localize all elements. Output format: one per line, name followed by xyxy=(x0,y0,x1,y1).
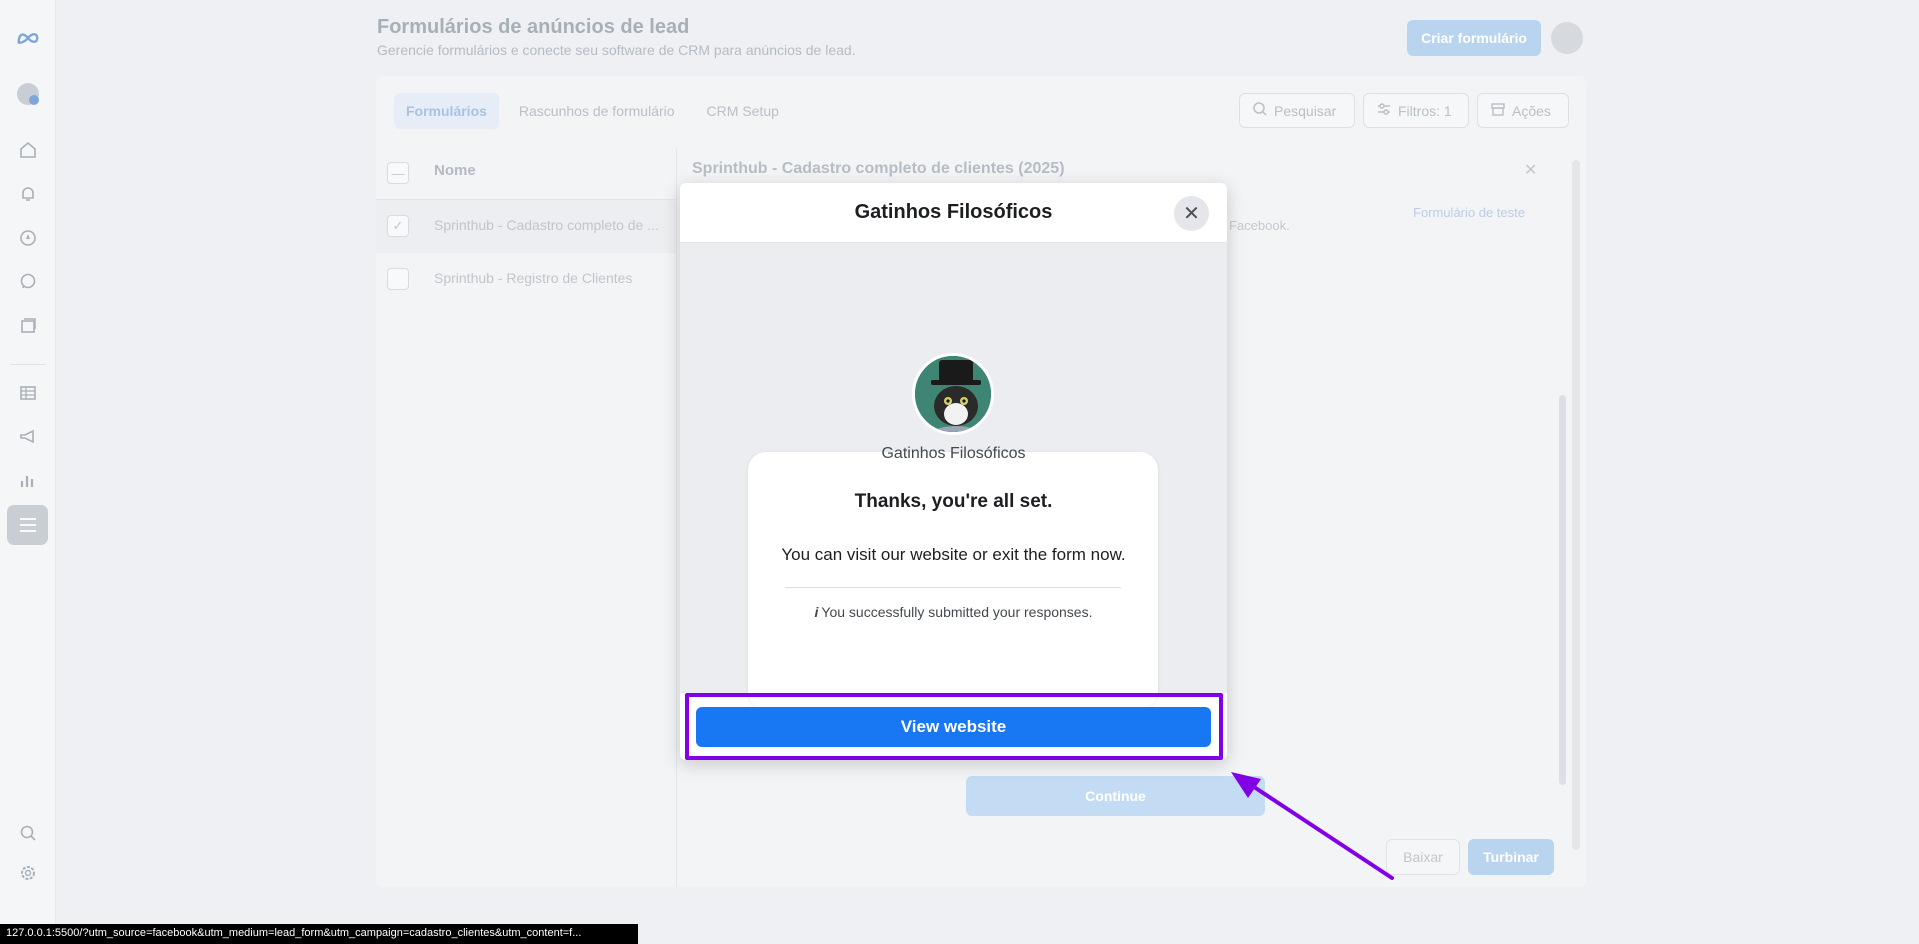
filters-button[interactable]: Filtros: 1 xyxy=(1363,93,1469,128)
archive-box-icon xyxy=(1490,101,1506,120)
megaphone-icon[interactable] xyxy=(16,425,40,449)
tab-crm-setup[interactable]: CRM Setup xyxy=(695,93,791,129)
meta-logo-icon[interactable] xyxy=(16,26,40,50)
tab-form-drafts[interactable]: Rascunhos de formulário xyxy=(507,93,687,129)
search-button[interactable]: Pesquisar xyxy=(1239,93,1355,128)
row-checkbox[interactable]: ✓ xyxy=(387,215,409,237)
select-all-checkbox[interactable]: — xyxy=(387,162,409,184)
annotation-arrow-icon xyxy=(1231,772,1394,880)
test-form-link[interactable]: Formulário de teste xyxy=(1413,205,1525,220)
preview-scrollbar[interactable] xyxy=(1559,395,1566,785)
tab-forms[interactable]: Formulários xyxy=(394,93,499,129)
detail-scrollbar[interactable] xyxy=(1572,160,1580,850)
close-icon: ✕ xyxy=(1183,203,1200,225)
modal-header: Gatinhos Filosóficos ✕ xyxy=(680,183,1227,243)
search-label: Pesquisar xyxy=(1274,102,1337,119)
search-icon[interactable] xyxy=(16,821,40,845)
page-avatar-image xyxy=(912,353,994,435)
account-avatar-icon[interactable] xyxy=(16,82,40,106)
row-checkbox[interactable] xyxy=(387,268,409,290)
table-row[interactable]: ✓ Sprinthub - Cadastro completo de ... xyxy=(376,200,676,253)
content-pages-icon[interactable] xyxy=(16,314,40,338)
submission-note-text: You successfully submitted your response… xyxy=(821,604,1093,620)
card-divider xyxy=(785,587,1121,588)
home-icon[interactable] xyxy=(16,138,40,162)
menu-lines-icon[interactable] xyxy=(16,513,40,537)
page-title: Formulários de anúncios de lead xyxy=(377,16,690,38)
compass-icon[interactable] xyxy=(16,226,40,250)
continue-button[interactable]: Continue xyxy=(966,776,1265,816)
filters-label: Filtros: 1 xyxy=(1398,102,1452,119)
settings-gear-icon[interactable] xyxy=(16,861,40,885)
thanks-heading: Thanks, you're all set. xyxy=(854,491,1053,512)
page-subtitle: Gerencie formulários e conecte seu softw… xyxy=(377,42,856,58)
list-header: — Nome xyxy=(376,148,676,200)
boost-button[interactable]: Turbinar xyxy=(1468,839,1554,875)
tab-bar: Formulários Rascunhos de formulário CRM … xyxy=(394,93,791,129)
page-name: Gatinhos Filosóficos xyxy=(881,445,1026,462)
notifications-bell-icon[interactable] xyxy=(16,182,40,206)
search-icon xyxy=(1252,101,1268,120)
table-row[interactable]: Sprinthub - Registro de Clientes xyxy=(376,253,676,306)
nav-divider xyxy=(10,364,46,365)
form-name: Sprinthub - Registro de Clientes xyxy=(434,270,633,286)
view-website-button[interactable]: View website xyxy=(696,707,1211,747)
form-name: Sprinthub - Cadastro completo de ... xyxy=(434,217,659,233)
left-navigation xyxy=(0,0,56,944)
profile-avatar[interactable] xyxy=(1551,22,1583,54)
browser-status-bar: 127.0.0.1:5500/?utm_source=facebook&utm_… xyxy=(0,924,638,944)
actions-label: Ações xyxy=(1512,102,1551,119)
messages-icon[interactable] xyxy=(16,270,40,294)
modal-body xyxy=(680,243,1227,709)
detail-close-icon[interactable]: ✕ xyxy=(1524,160,1537,180)
thanks-description: You can visit our website or exit the fo… xyxy=(781,545,1126,564)
info-icon: i xyxy=(814,604,819,620)
sliders-icon xyxy=(1376,101,1392,120)
detail-title: Sprinthub - Cadastro completo de cliente… xyxy=(692,160,1065,177)
actions-button[interactable]: Ações xyxy=(1477,93,1569,128)
close-modal-button[interactable]: ✕ xyxy=(1174,196,1209,231)
lead-form-preview-modal: Gatinhos Filosóficos ✕ Gatinhos Filosófi… xyxy=(680,183,1227,760)
create-form-button[interactable]: Criar formulário xyxy=(1407,20,1541,56)
preview-text: Facebook. xyxy=(1229,218,1290,233)
table-icon[interactable] xyxy=(16,381,40,405)
column-name-header: Nome xyxy=(434,162,476,179)
modal-title: Gatinhos Filosóficos xyxy=(854,201,1053,223)
bar-chart-icon[interactable] xyxy=(16,469,40,493)
submission-note: i You successfully submitted your respons… xyxy=(680,604,1227,620)
